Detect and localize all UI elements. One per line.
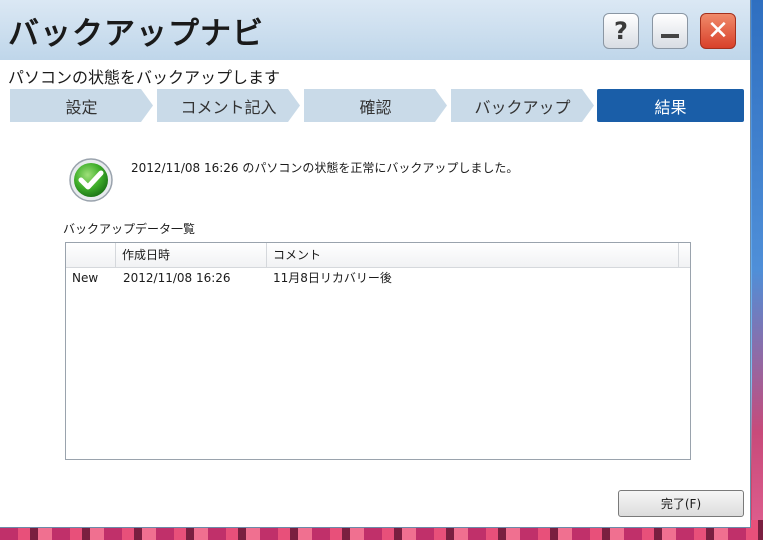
step-progress-bar: 設定 コメント記入 確認 バックアップ 結果 [10, 89, 745, 122]
minimize-button[interactable] [652, 13, 688, 49]
close-button[interactable]: ✕ [700, 13, 736, 49]
done-button[interactable]: 完了(F) [618, 490, 744, 517]
row-date: 2012/11/08 16:26 [123, 271, 231, 285]
window-title: バックアップナビ [8, 16, 264, 52]
step-backup: バックアップ [451, 89, 594, 122]
step-comment: コメント記入 [157, 89, 300, 122]
backup-data-table[interactable]: 作成日時 コメント New 2012/11/08 16:26 11月8日リカバリ… [65, 242, 691, 460]
step-result: 結果 [597, 89, 744, 122]
help-icon: ? [614, 17, 628, 45]
row-tag: New [72, 271, 99, 285]
backup-navi-window: バックアップナビ ? ✕ パソコンの状態をバックアップします 設定 コメント記入… [0, 0, 751, 528]
table-header: 作成日時 コメント [66, 243, 690, 268]
column-header-tag[interactable] [66, 243, 116, 267]
column-header-date[interactable]: 作成日時 [116, 243, 267, 267]
window-subtitle: パソコンの状態をバックアップします [8, 68, 281, 87]
help-button[interactable]: ? [603, 13, 639, 49]
result-message: 2012/11/08 16:26 のパソコンの状態を正常にバックアップしました。 [131, 161, 519, 175]
title-bar[interactable]: バックアップナビ ? ✕ [0, 0, 750, 60]
close-icon: ✕ [707, 16, 729, 46]
column-header-comment[interactable]: コメント [267, 243, 679, 267]
row-comment: 11月8日リカバリー後 [273, 271, 392, 285]
desktop-background [752, 0, 763, 540]
backup-list-title: バックアップデータ一覧 [63, 222, 196, 236]
step-confirm: 確認 [304, 89, 447, 122]
step-settings: 設定 [10, 89, 153, 122]
check-icon [69, 158, 113, 202]
minimize-icon [661, 34, 679, 38]
table-row[interactable]: New 2012/11/08 16:26 11月8日リカバリー後 [66, 268, 690, 288]
